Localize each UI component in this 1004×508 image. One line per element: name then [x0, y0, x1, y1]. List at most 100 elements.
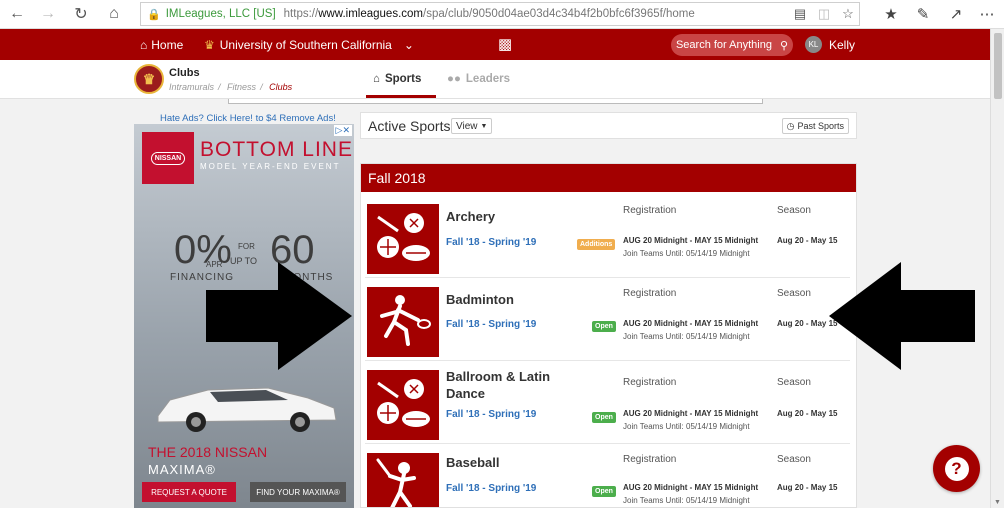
- join-until: Join Teams Until: 05/14/19 Midnight: [623, 422, 750, 431]
- search-button[interactable]: Search for Anything ⚲: [671, 34, 793, 56]
- sport-term[interactable]: Fall '18 - Spring '19: [446, 319, 536, 330]
- ad-model-line2: MAXIMA®: [148, 462, 216, 477]
- scrollbar-thumb[interactable]: [994, 33, 1002, 99]
- clock-icon: ◷: [786, 120, 795, 131]
- tab-leaders-label: Leaders: [465, 73, 511, 85]
- search-label: Search for Anything: [675, 39, 772, 51]
- sport-row-ballroom: Ballroom & Latin Dance Fall '18 - Spring…: [361, 362, 856, 444]
- multi-sport-icon[interactable]: [367, 204, 439, 274]
- tab-sports-label: Sports: [384, 73, 422, 85]
- refresh-icon[interactable]: ↻: [70, 4, 92, 24]
- back-arrow-icon[interactable]: ←: [6, 4, 28, 24]
- season-dates: Aug 20 - May 15: [777, 236, 838, 245]
- registration-header: Registration: [623, 377, 677, 388]
- ad-for: FOR: [238, 242, 255, 251]
- remove-ads-link[interactable]: Hate Ads? Click Here! to $4 Remove Ads!: [160, 113, 336, 124]
- adchoices-close-icon[interactable]: ▷✕: [333, 125, 352, 136]
- active-sports-header: Active Sports View ▼ ◷ Past Sports: [360, 112, 857, 139]
- right-pointing-arrow-icon: [206, 262, 352, 370]
- reading-view-icon[interactable]: ▤: [792, 6, 808, 22]
- registration-header: Registration: [623, 454, 677, 465]
- status-badge: Open: [592, 486, 616, 497]
- past-sports-label: Past Sports: [797, 121, 844, 131]
- browser-toolbar: ← → ↻ ⌂ 🔒 IMLeagues, LLC [US] https:// w…: [0, 0, 1004, 29]
- forward-arrow-icon[interactable]: →: [37, 4, 59, 24]
- dropdown-edge: [228, 99, 763, 104]
- sport-row-archery: Archery Fall '18 - Spring '19 Registrati…: [361, 196, 856, 278]
- join-until: Join Teams Until: 05/14/19 Midnight: [623, 249, 750, 258]
- trojan-icon: ♛: [204, 38, 215, 52]
- sport-name[interactable]: Ballroom & Latin Dance: [446, 368, 576, 402]
- find-maxima-button[interactable]: FIND YOUR MAXIMA®: [250, 482, 346, 502]
- home-icon: ⌂: [140, 38, 148, 52]
- badminton-player-icon[interactable]: [367, 287, 439, 357]
- nissan-logo: NISSAN: [142, 132, 194, 184]
- people-icon: ●●: [447, 73, 461, 85]
- season-panel: Fall 2018 Archery Fall '18 - Spring '19 …: [360, 163, 857, 508]
- more-icon[interactable]: ⋯: [976, 4, 998, 24]
- favorites-list-icon[interactable]: ★: [880, 4, 902, 24]
- sport-name[interactable]: Baseball: [446, 454, 576, 471]
- url-path: /spa/club/9050d04ae03d4c34b4f2b0bfc6f396…: [423, 8, 695, 20]
- breadcrumb-clubs[interactable]: Clubs: [269, 82, 292, 92]
- search-icon: ⚲: [779, 39, 789, 52]
- home-icon: ⌂: [373, 73, 380, 85]
- book-icon[interactable]: ◫: [816, 6, 832, 22]
- view-dropdown-button[interactable]: View ▼: [451, 118, 493, 134]
- url-host: www.imleagues.com: [318, 8, 424, 20]
- join-until: Join Teams Until: 05/14/19 Midnight: [623, 496, 750, 505]
- left-pointing-arrow-icon: [829, 262, 975, 370]
- share-icon[interactable]: ↗: [945, 4, 967, 24]
- home-icon[interactable]: ⌂: [103, 4, 125, 24]
- school-selector[interactable]: ♛ University of Southern California ⌄: [204, 38, 414, 52]
- pen-icon[interactable]: ✎: [912, 4, 934, 24]
- view-label: View: [456, 120, 478, 132]
- season-header: Season: [777, 454, 811, 465]
- help-button[interactable]: ?: [933, 445, 980, 492]
- season-dates: Aug 20 - May 15: [777, 409, 838, 418]
- sport-row-badminton: Badminton Fall '18 - Spring '19 Registra…: [361, 279, 856, 361]
- school-label: University of Southern California: [219, 38, 392, 52]
- address-bar[interactable]: 🔒 IMLeagues, LLC [US] https:// www.imlea…: [140, 2, 860, 26]
- top-nav: ⌂ Home ♛ University of Southern Californ…: [0, 29, 990, 60]
- breadcrumb-fitness[interactable]: Fitness: [227, 82, 256, 92]
- imleagues-logo-icon[interactable]: ▩: [498, 35, 512, 53]
- ad-subhead: MODEL YEAR-END EVENT: [200, 162, 341, 171]
- home-link[interactable]: ⌂ Home: [140, 38, 183, 52]
- sport-name[interactable]: Badminton: [446, 291, 576, 308]
- active-sports-title: Active Sports: [368, 118, 451, 134]
- page-scrollbar[interactable]: ▼: [990, 29, 1004, 508]
- request-quote-button[interactable]: REQUEST A QUOTE: [142, 482, 236, 502]
- sport-term[interactable]: Fall '18 - Spring '19: [446, 409, 536, 420]
- home-label: Home: [151, 38, 184, 52]
- registration-header: Registration: [623, 205, 677, 216]
- baseball-batter-icon[interactable]: [367, 453, 439, 507]
- favorite-star-icon[interactable]: ☆: [840, 6, 856, 22]
- club-header: ♛ Clubs Intramurals / Fitness / Clubs ⌂ Sp…: [0, 60, 990, 99]
- season-title: Fall 2018: [361, 164, 856, 192]
- tab-sports[interactable]: ⌂ Sports: [373, 73, 421, 85]
- active-tab-indicator: [366, 95, 436, 98]
- season-header: Season: [777, 288, 811, 299]
- caret-down-icon: ▼: [480, 122, 488, 130]
- past-sports-button[interactable]: ◷ Past Sports: [781, 118, 849, 134]
- sport-name[interactable]: Archery: [446, 208, 576, 225]
- sport-row-baseball: Baseball Fall '18 - Spring '19 Registrat…: [361, 445, 856, 507]
- scroll-down-icon[interactable]: ▼: [994, 499, 1001, 506]
- question-mark-icon: ?: [944, 456, 969, 481]
- registration-dates: AUG 20 Midnight - MAY 15 Midnight: [623, 236, 759, 245]
- registration-dates: AUG 20 Midnight - MAY 15 Midnight: [623, 483, 759, 492]
- registration-dates: AUG 20 Midnight - MAY 15 Midnight: [623, 409, 759, 418]
- ad-headline: BOTTOM LINE: [200, 138, 353, 161]
- status-badge: Open: [592, 412, 616, 423]
- sport-term[interactable]: Fall '18 - Spring '19: [446, 237, 536, 248]
- status-badge: Additions: [577, 239, 616, 250]
- url-prefix: https://: [283, 8, 319, 20]
- avatar[interactable]: KL: [805, 36, 822, 53]
- sport-term[interactable]: Fall '18 - Spring '19: [446, 483, 536, 494]
- registration-dates: AUG 20 Midnight - MAY 15 Midnight: [623, 319, 759, 328]
- user-name[interactable]: Kelly: [829, 38, 855, 52]
- tab-leaders[interactable]: ●● Leaders: [447, 73, 510, 85]
- multi-sport-icon[interactable]: [367, 370, 439, 440]
- breadcrumb-intramurals[interactable]: Intramurals: [169, 82, 214, 92]
